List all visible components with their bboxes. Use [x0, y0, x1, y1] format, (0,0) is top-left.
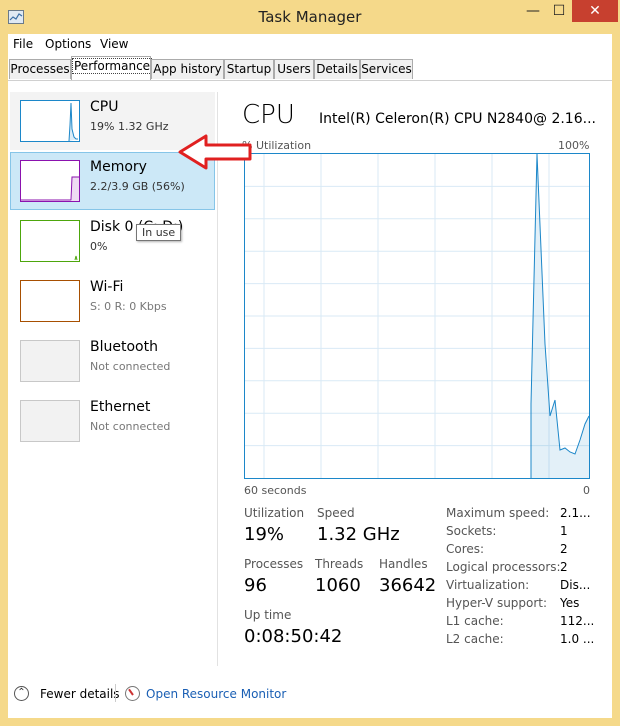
menu-file[interactable]: File [13, 37, 33, 51]
bluetooth-thumbnail-graph [20, 340, 80, 382]
footer-separator [115, 684, 116, 702]
l2-cache-label: L2 cache: [446, 632, 504, 646]
resource-list: CPU 19% 1.32 GHz Memory 2.2/3.9 GB (56%)… [10, 92, 215, 666]
handles-label: Handles [379, 557, 428, 571]
utilization-label: Utilization [244, 506, 305, 520]
tab-label: Processes [10, 62, 70, 76]
pane-divider [217, 92, 218, 666]
sidebar-item-label: Bluetooth [90, 339, 158, 355]
ethernet-thumbnail-graph [20, 400, 80, 442]
sidebar-item-label: Memory [90, 159, 147, 175]
hyper-v-label: Hyper-V support: [446, 596, 548, 610]
threads-label: Threads [315, 557, 364, 571]
tab-label: Users [277, 62, 311, 76]
tab-label: Startup [226, 62, 272, 76]
virtualization-value: Dis... [560, 578, 591, 592]
fewer-details-label: Fewer details [40, 687, 120, 701]
wifi-thumbnail-graph [20, 280, 80, 322]
l2-cache-value: 1.0 ... [560, 632, 595, 646]
speed-value: 1.32 GHz [317, 524, 400, 545]
l1-cache-label: L1 cache: [446, 614, 504, 628]
cores-label: Cores: [446, 542, 485, 556]
tab-label: Details [316, 62, 358, 76]
tab-label: App history [153, 62, 222, 76]
graph-time-axis-end: 0 [583, 484, 590, 497]
client-area: File Options View Processes Performance … [8, 34, 612, 718]
cpu-model-name: Intel(R) Celeron(R) CPU N2840@ 2.16... [319, 111, 596, 127]
tab-label: Services [361, 62, 412, 76]
title-bar[interactable]: Task Manager — ☐ ✕ [0, 0, 620, 34]
page-title: CPU [242, 100, 295, 130]
utilization-value: 19% [244, 524, 285, 545]
memory-thumbnail-graph [20, 160, 80, 202]
sidebar-item-detail: Not connected [90, 420, 171, 433]
close-button[interactable]: ✕ [572, 0, 618, 22]
sidebar-item-wifi[interactable]: Wi-Fi S: 0 R: 0 Kbps [10, 272, 215, 330]
sidebar-item-detail: 2.2/3.9 GB (56%) [90, 180, 185, 193]
uptime-label: Up time [244, 608, 292, 622]
uptime-value: 0:08:50:42 [244, 626, 343, 647]
sockets-value: 1 [560, 524, 568, 538]
processes-label: Processes [244, 557, 304, 571]
sidebar-item-disk[interactable]: Disk 0 (C: D:) 0% [10, 212, 215, 270]
cpu-utilization-graph [244, 153, 590, 479]
chevron-up-icon: ⌃ [14, 686, 29, 701]
minimize-button[interactable]: — [520, 0, 546, 22]
threads-value: 1060 [315, 575, 361, 596]
tab-app-history[interactable]: App history [151, 59, 224, 79]
sidebar-item-bluetooth[interactable]: Bluetooth Not connected [10, 332, 215, 390]
sidebar-item-detail: Not connected [90, 360, 171, 373]
sidebar-item-detail: 19% 1.32 GHz [90, 120, 169, 133]
sidebar-item-detail: 0% [90, 240, 108, 253]
tab-users[interactable]: Users [274, 59, 314, 79]
sidebar-item-label: CPU [90, 99, 119, 115]
red-arrow-annotation [178, 134, 252, 170]
open-resource-monitor-link[interactable]: Open Resource Monitor [146, 687, 286, 701]
task-manager-window: Task Manager — ☐ ✕ File Options View Pro… [0, 0, 620, 726]
menu-view[interactable]: View [100, 37, 128, 51]
menu-bar: File Options View [8, 34, 612, 56]
graph-time-axis-label: 60 seconds [244, 484, 307, 497]
menu-options[interactable]: Options [45, 37, 91, 51]
virtualization-label: Virtualization: [446, 578, 530, 592]
cpu-graph-svg [245, 154, 589, 478]
logical-processors-value: 2 [560, 560, 568, 574]
sidebar-item-label: Wi-Fi [90, 279, 124, 295]
hyper-v-value: Yes [560, 596, 580, 610]
sockets-label: Sockets: [446, 524, 497, 538]
in-use-tooltip: In use [136, 224, 182, 241]
l1-cache-value: 112... [560, 614, 595, 628]
sidebar-item-label: Ethernet [90, 399, 151, 415]
tab-startup[interactable]: Startup [224, 59, 274, 79]
tab-bar: Processes Performance App history Startu… [8, 56, 612, 81]
sidebar-item-ethernet[interactable]: Ethernet Not connected [10, 392, 215, 450]
resource-monitor-icon [125, 686, 140, 701]
disk-thumbnail-graph [20, 220, 80, 262]
maximize-button[interactable]: ☐ [546, 0, 572, 22]
processes-value: 96 [244, 575, 267, 596]
max-speed-value: 2.1... [560, 506, 591, 520]
utilization-max-label: 100% [558, 139, 590, 152]
tab-processes[interactable]: Processes [9, 59, 71, 79]
tab-details[interactable]: Details [314, 59, 360, 79]
speed-label: Speed [317, 506, 355, 520]
handles-value: 36642 [379, 575, 437, 596]
cpu-thumbnail-graph [20, 100, 80, 142]
tab-label: Performance [72, 58, 153, 74]
cores-value: 2 [560, 542, 568, 556]
logical-processors-label: Logical processors: [446, 560, 561, 574]
sidebar-item-detail: S: 0 R: 0 Kbps [90, 300, 167, 313]
max-speed-label: Maximum speed: [446, 506, 550, 520]
tab-services[interactable]: Services [360, 59, 413, 79]
tab-performance[interactable]: Performance [71, 56, 153, 80]
